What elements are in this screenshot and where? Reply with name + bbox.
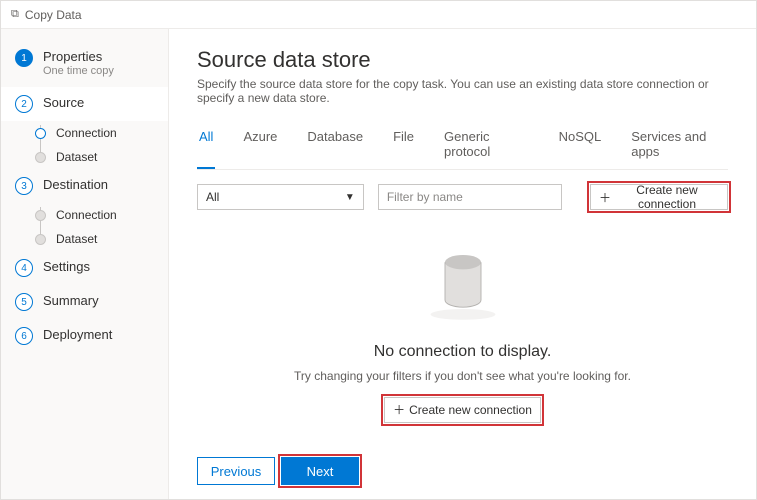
substep-label: Connection: [56, 208, 117, 222]
plus-icon: ＋: [599, 189, 611, 206]
step-number-badge: 5: [15, 293, 33, 311]
tab-generic-protocol[interactable]: Generic protocol: [442, 123, 531, 169]
next-button[interactable]: Next: [281, 457, 359, 485]
step-properties[interactable]: 1 Properties One time copy: [1, 41, 168, 87]
substep-destination-dataset[interactable]: Dataset: [35, 227, 168, 251]
main-panel: Source data store Specify the source dat…: [169, 29, 756, 499]
substep-bullet-icon: [35, 152, 46, 163]
filter-row: All ▼ ＋ Create new connection: [197, 184, 728, 210]
create-label: Create new connection: [615, 183, 719, 211]
step-number-badge: 6: [15, 327, 33, 345]
app-window: ⧉ Copy Data 1 Properties One time copy 2…: [0, 0, 757, 500]
step-deployment[interactable]: 6 Deployment: [1, 319, 168, 353]
step-label: Summary: [43, 293, 99, 309]
tab-all[interactable]: All: [197, 123, 215, 169]
filter-name-input[interactable]: [378, 184, 562, 210]
substep-source-connection[interactable]: Connection: [35, 121, 168, 145]
database-empty-icon: [418, 237, 508, 327]
tab-file[interactable]: File: [391, 123, 416, 169]
tab-database[interactable]: Database: [305, 123, 365, 169]
data-store-tabs: All Azure Database File Generic protocol…: [197, 123, 728, 170]
substep-bullet-icon: [35, 210, 46, 221]
substep-source-dataset[interactable]: Dataset: [35, 145, 168, 169]
step-number-badge: 2: [15, 95, 33, 113]
create-new-connection-button[interactable]: ＋ Create new connection: [590, 184, 728, 210]
substep-label: Dataset: [56, 232, 97, 246]
substep-bullet-icon: [35, 234, 46, 245]
step-subtitle: One time copy: [43, 65, 114, 79]
substep-label: Dataset: [56, 150, 97, 164]
step-label: Properties: [43, 49, 114, 65]
empty-hint: Try changing your filters if you don't s…: [294, 369, 631, 383]
copy-data-icon: ⧉: [11, 8, 19, 21]
step-destination[interactable]: 3 Destination: [1, 169, 168, 203]
page-title: Source data store: [197, 47, 728, 73]
substep-bullet-icon: [35, 128, 46, 139]
wizard-footer: Previous Next: [197, 457, 728, 489]
step-settings[interactable]: 4 Settings: [1, 251, 168, 285]
source-substeps: Connection Dataset: [1, 121, 168, 169]
create-new-connection-button-empty[interactable]: ＋ Create new connection: [384, 397, 541, 423]
titlebar: ⧉ Copy Data: [1, 1, 756, 29]
page-subtitle: Specify the source data store for the co…: [197, 77, 728, 105]
step-label: Settings: [43, 259, 90, 275]
substep-destination-connection[interactable]: Connection: [35, 203, 168, 227]
tab-nosql[interactable]: NoSQL: [557, 123, 604, 169]
step-source[interactable]: 2 Source: [1, 87, 168, 121]
empty-state: No connection to display. Try changing y…: [197, 210, 728, 449]
step-label: Deployment: [43, 327, 112, 343]
empty-heading: No connection to display.: [374, 343, 552, 361]
step-label: Destination: [43, 177, 108, 193]
tab-services-and-apps[interactable]: Services and apps: [629, 123, 728, 169]
plus-icon: ＋: [393, 401, 405, 418]
step-label: Source: [43, 95, 84, 111]
destination-substeps: Connection Dataset: [1, 203, 168, 251]
previous-button[interactable]: Previous: [197, 457, 275, 485]
window-title: Copy Data: [25, 8, 82, 22]
select-value: All: [206, 190, 219, 204]
tab-azure[interactable]: Azure: [241, 123, 279, 169]
substep-label: Connection: [56, 126, 117, 140]
chevron-down-icon: ▼: [345, 192, 355, 203]
step-summary[interactable]: 5 Summary: [1, 285, 168, 319]
create-label: Create new connection: [409, 403, 532, 417]
step-number-badge: 3: [15, 177, 33, 195]
step-number-badge: 1: [15, 49, 33, 67]
step-number-badge: 4: [15, 259, 33, 277]
type-select[interactable]: All ▼: [197, 184, 364, 210]
wizard-steps-sidebar: 1 Properties One time copy 2 Source Conn…: [1, 29, 169, 499]
